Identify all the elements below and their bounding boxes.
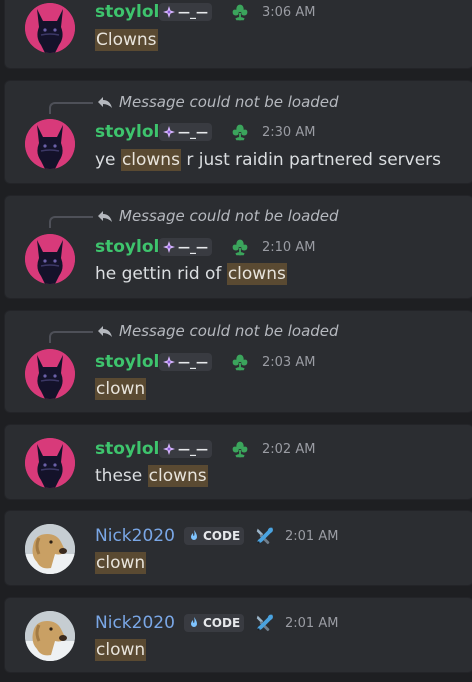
reply-spine [49, 331, 93, 343]
cat-avatar[interactable] [25, 349, 75, 399]
author-name[interactable]: Nick2020 [95, 526, 175, 546]
search-highlight: clowns [226, 263, 287, 285]
message-text: ye [95, 150, 121, 170]
guild-tag-text: —_— [178, 5, 208, 19]
reply-spine [49, 216, 93, 228]
timestamp[interactable]: 2:30 AM [262, 125, 315, 141]
sparkle-icon [163, 356, 175, 368]
message-result-card[interactable]: Nick2020 CODE 2:01 AM clown [4, 597, 472, 673]
search-highlight: Clowns [95, 29, 158, 51]
search-highlight: clown [95, 552, 147, 574]
sparkle-icon [163, 6, 175, 18]
message-content: these clowns [95, 465, 208, 487]
reply-reference[interactable]: Message could not be loaded [97, 207, 339, 225]
message-content: he gettin rid of clowns [95, 263, 287, 285]
guild-tag-text: CODE [203, 616, 241, 630]
flame-icon [188, 530, 200, 542]
guild-tag-badge[interactable]: —_— [159, 238, 212, 256]
reply-text: Message could not be loaded [119, 93, 339, 111]
timestamp[interactable]: 2:03 AM [262, 355, 315, 371]
sparkle-icon [163, 443, 175, 455]
plant-badge-icon[interactable] [229, 351, 251, 373]
plant-badge-icon[interactable] [229, 438, 251, 460]
message-text: r just raidin partnered servers [180, 150, 442, 170]
author-name[interactable]: stoylol [95, 237, 159, 257]
guild-tag-text: CODE [203, 529, 241, 543]
guild-tag-text: —_— [178, 442, 208, 456]
timestamp[interactable]: 2:10 AM [262, 240, 315, 256]
search-highlight: clowns [120, 149, 181, 171]
dog-avatar[interactable] [25, 524, 75, 574]
message-result-card[interactable]: stoylol —_— 2:02 AM these clowns [4, 424, 472, 500]
dog-avatar-art [25, 611, 75, 661]
cat-avatar[interactable] [25, 119, 75, 169]
message-text: these [95, 466, 148, 486]
cat-avatar-art [25, 234, 75, 284]
message-result-card[interactable]: Message could not be loaded stoylol —_— 2… [4, 80, 472, 184]
sparkle-icon [163, 126, 175, 138]
plant-badge-icon[interactable] [229, 236, 251, 258]
search-results-list: stoylol —_— 3:06 AM Clowns Message could no… [0, 0, 472, 682]
message-content: clown [95, 378, 147, 400]
message-result-card[interactable]: Message could not be loaded stoylol —_— 2… [4, 310, 472, 413]
message-result-card[interactable]: Message could not be loaded stoylol —_— 2… [4, 195, 472, 299]
plant-badge-icon[interactable] [229, 121, 251, 143]
timestamp[interactable]: 2:02 AM [262, 442, 315, 458]
guild-tag-text: —_— [178, 355, 208, 369]
reply-arrow-icon [98, 97, 112, 108]
author-name[interactable]: stoylol [95, 439, 159, 459]
timestamp[interactable]: 2:01 AM [285, 529, 338, 545]
author-name[interactable]: stoylol [95, 122, 159, 142]
guild-tag-badge[interactable]: —_— [159, 3, 212, 21]
message-result-card[interactable]: Nick2020 CODE 2:01 AM clown [4, 510, 472, 586]
search-highlight: clowns [147, 465, 208, 487]
flame-icon [188, 617, 200, 629]
reply-text: Message could not be loaded [119, 207, 339, 225]
guild-tag-text: —_— [178, 240, 208, 254]
reply-spine [49, 102, 93, 114]
author-name[interactable]: stoylol [95, 352, 159, 372]
plant-badge-icon[interactable] [229, 1, 251, 23]
guild-tag-badge[interactable]: —_— [159, 123, 212, 141]
timestamp[interactable]: 3:06 AM [262, 5, 315, 21]
author-name[interactable]: Nick2020 [95, 613, 175, 633]
cat-avatar[interactable] [25, 438, 75, 488]
dog-avatar-art [25, 524, 75, 574]
message-result-card[interactable]: stoylol —_— 3:06 AM Clowns [4, 0, 472, 69]
reply-reference[interactable]: Message could not be loaded [97, 322, 339, 340]
cat-avatar-art [25, 119, 75, 169]
guild-tag-badge[interactable]: —_— [159, 353, 212, 371]
tools-badge-icon[interactable] [254, 525, 276, 547]
reply-reference[interactable]: Message could not be loaded [97, 93, 339, 111]
message-text: he gettin rid of [95, 264, 227, 284]
search-highlight: clown [95, 639, 147, 661]
guild-tag-badge[interactable]: —_— [159, 440, 212, 458]
sparkle-icon [163, 241, 175, 253]
tools-badge-icon[interactable] [254, 612, 276, 634]
message-content: Clowns [95, 29, 158, 51]
cat-avatar[interactable] [25, 3, 75, 53]
message-content: ye clowns r just raidin partnered server… [95, 149, 441, 171]
cat-avatar-art [25, 3, 75, 53]
cat-avatar-art [25, 349, 75, 399]
reply-arrow-icon [98, 211, 112, 222]
cat-avatar[interactable] [25, 234, 75, 284]
reply-arrow-icon [98, 326, 112, 337]
message-content: clown [95, 552, 147, 574]
cat-avatar-art [25, 438, 75, 488]
guild-tag-badge[interactable]: CODE [184, 614, 245, 632]
guild-tag-badge[interactable]: CODE [184, 527, 245, 545]
search-highlight: clown [95, 378, 147, 400]
timestamp[interactable]: 2:01 AM [285, 616, 338, 632]
message-content: clown [95, 639, 147, 661]
guild-tag-text: —_— [178, 125, 208, 139]
reply-text: Message could not be loaded [119, 322, 339, 340]
author-name[interactable]: stoylol [95, 2, 159, 22]
dog-avatar[interactable] [25, 611, 75, 661]
